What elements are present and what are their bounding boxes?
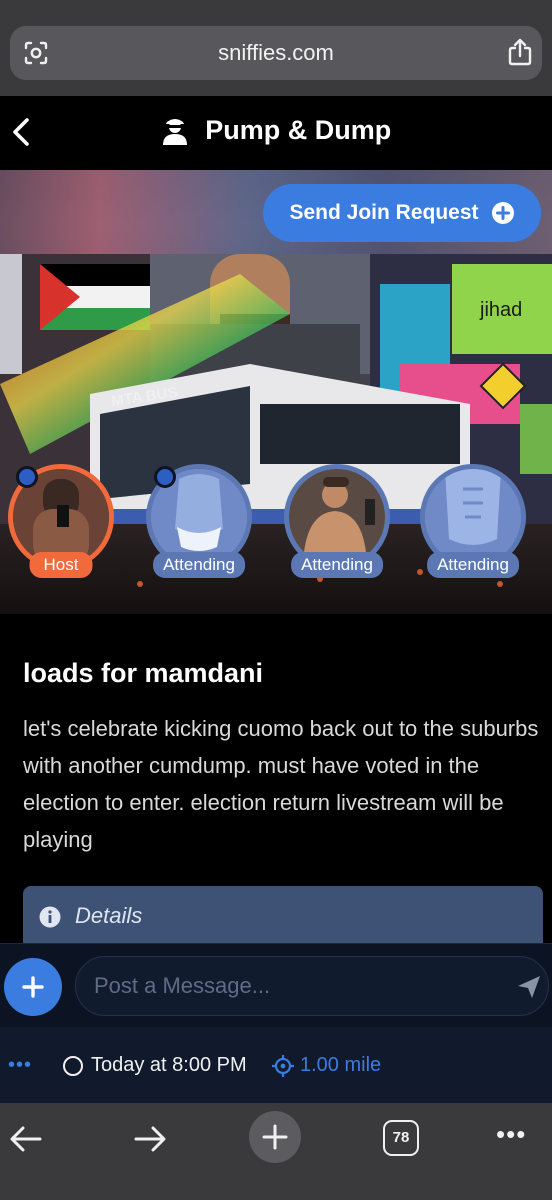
event-hero: jihad MTA BUS Send Join Request Host Att…: [0, 170, 552, 614]
join-button-label: Send Join Request: [289, 201, 479, 224]
avatar-role-badge: Attending: [427, 552, 519, 578]
page-title: Pump & Dump: [205, 114, 392, 145]
event-info-bar: ••• Today at 8:00 PM 1.00 mile: [0, 1027, 552, 1103]
event-title: loads for mamdani: [23, 658, 264, 688]
browser-menu-button[interactable]: •••: [496, 1119, 526, 1150]
billboard-text: jihad: [479, 299, 522, 321]
add-attachment-button[interactable]: [4, 958, 62, 1016]
plus-icon: [262, 1124, 288, 1150]
forward-arrow-icon[interactable]: [132, 1121, 168, 1157]
online-indicator: [16, 466, 38, 488]
event-time: Today at 8:00 PM: [91, 1054, 247, 1076]
message-composer: [0, 943, 552, 1027]
back-arrow-icon[interactable]: [8, 1121, 44, 1157]
send-icon[interactable]: [516, 974, 542, 1000]
more-options-button[interactable]: •••: [8, 1055, 32, 1075]
avatar-role-badge: Host: [29, 552, 93, 578]
url-text[interactable]: sniffies.com: [10, 40, 542, 66]
plus-circle-icon: [491, 202, 514, 224]
clock-icon: [63, 1056, 83, 1076]
details-label: Details: [75, 903, 143, 928]
tabs-button[interactable]: 78: [383, 1120, 419, 1156]
plus-icon: [22, 976, 44, 998]
avatar-role-badge: Attending: [153, 552, 245, 578]
header-title-group: Pump & Dump: [0, 114, 552, 146]
event-distance: 1.00 mile: [300, 1054, 382, 1076]
browser-top-bar: sniffies.com: [0, 0, 552, 96]
user-incognito-icon: [162, 119, 187, 145]
online-indicator: [154, 466, 176, 488]
browser-bottom-toolbar: 78 •••: [0, 1103, 552, 1200]
app-header: Pump & Dump: [0, 96, 552, 170]
avatar-attendee[interactable]: Attending: [146, 464, 252, 578]
message-input[interactable]: [75, 956, 549, 1016]
attendee-avatars: Host Attending Attending Attending: [0, 464, 552, 578]
address-bar[interactable]: sniffies.com: [10, 26, 542, 80]
avatar-attendee[interactable]: Attending: [420, 464, 526, 578]
avatar-host[interactable]: Host: [8, 464, 114, 578]
event-content: loads for mamdani let's celebrate kickin…: [0, 614, 552, 956]
send-join-request-button[interactable]: Send Join Request: [263, 184, 541, 242]
avatar-attendee[interactable]: Attending: [284, 464, 390, 578]
new-tab-button[interactable]: [249, 1111, 301, 1163]
avatar-role-badge: Attending: [291, 552, 383, 578]
share-icon[interactable]: [506, 37, 534, 67]
info-circle-icon: [39, 906, 61, 928]
crosshair-icon: [272, 1055, 294, 1077]
event-description: let's celebrate kicking cuomo back out t…: [23, 716, 539, 852]
